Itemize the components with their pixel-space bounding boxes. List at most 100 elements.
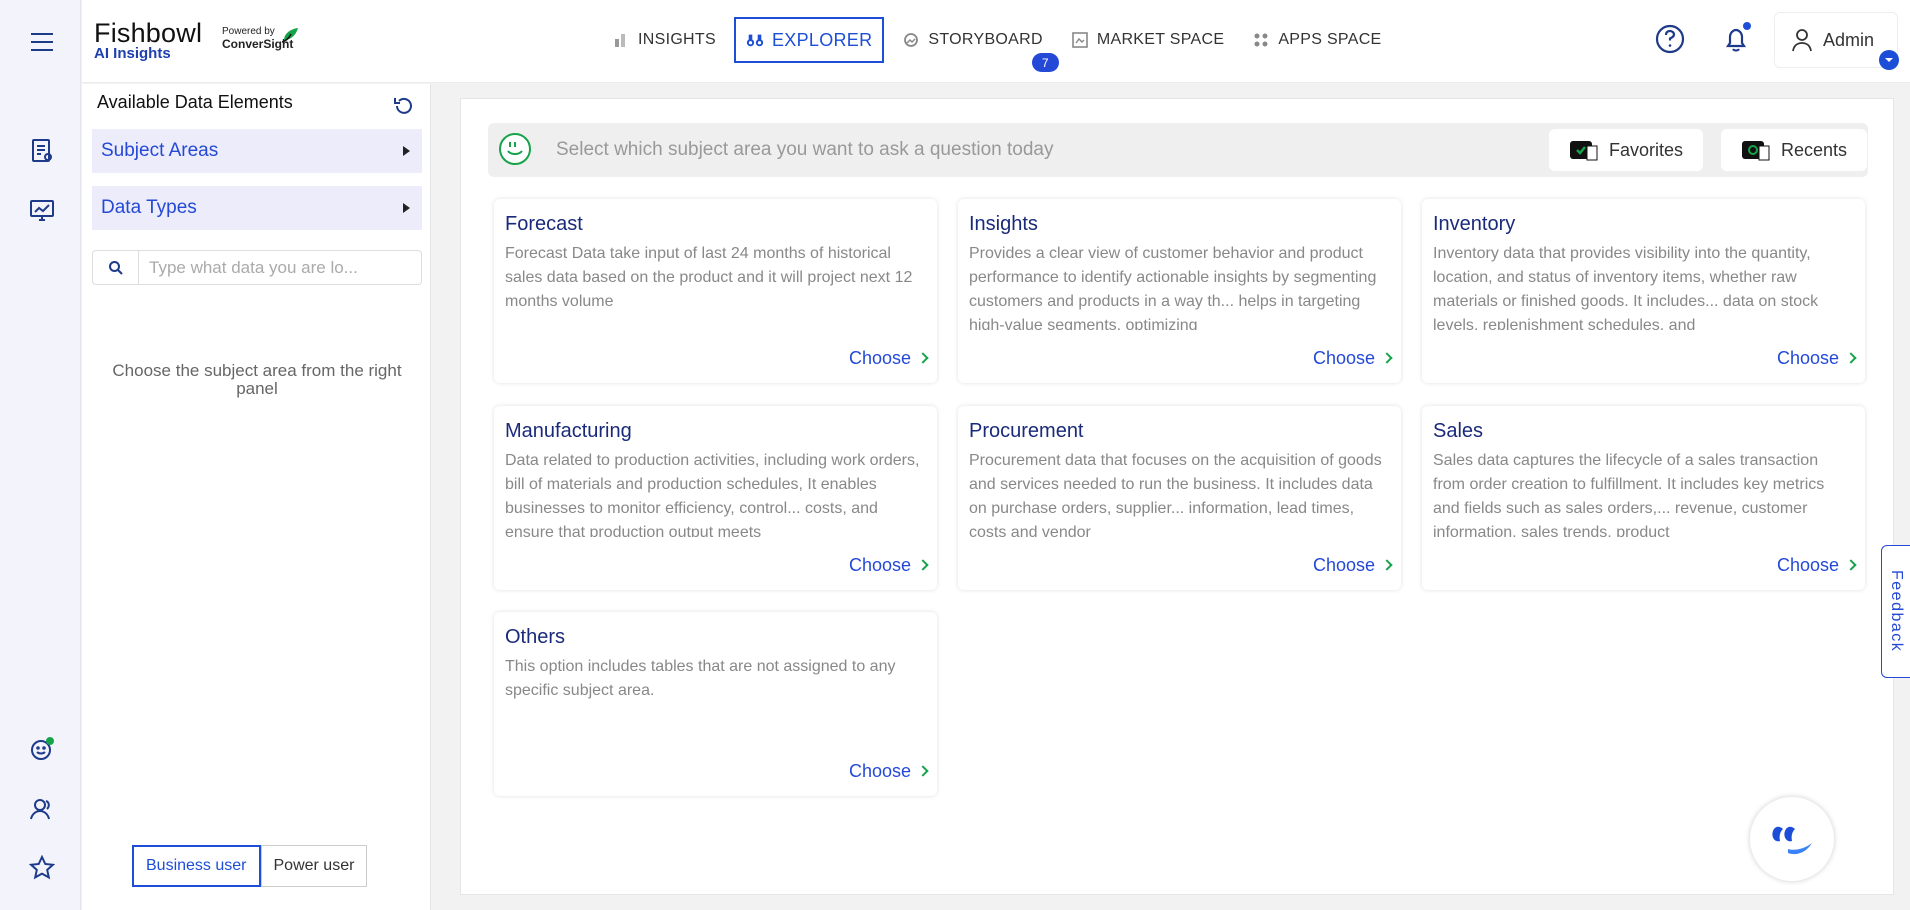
card-description: Data related to production activities, i… [505,452,920,537]
nav-apps-space[interactable]: APPS SPACE [1242,17,1391,63]
chevron-right-icon [1845,558,1857,571]
subject-card-others[interactable]: Others This option includes tables that a… [494,612,937,796]
card-title: Inventory [1433,213,1516,235]
notification-dot [1743,22,1751,30]
help-icon[interactable] [1653,22,1687,56]
recents-label: Recents [1781,139,1848,160]
user-mode-toggle: Business user Power user [132,845,368,887]
feedback-tab[interactable]: Feedback [1881,545,1910,678]
favorites-label: Favorites [1609,139,1684,160]
choose-label: Choose [848,348,911,368]
nav-market-space[interactable]: MARKET SPACE [1061,17,1234,63]
business-user-button[interactable]: Business user [132,845,261,887]
recents-icon [1742,141,1770,161]
chevron-right-icon [1381,351,1393,364]
star-icon[interactable] [22,848,62,888]
subject-card-sales[interactable]: Sales Sales data captures the lifecycle o… [1422,406,1865,590]
notifications-bell-icon[interactable] [1719,22,1753,56]
search-input[interactable] [139,257,409,278]
nav-storyboard-label: STORYBOARD [928,31,1043,48]
subject-card-procurement[interactable]: Procurement Procurement data that focuses… [958,406,1401,590]
data-search [92,250,422,285]
choose-button[interactable]: Choose [848,761,929,782]
choose-label: Choose [1776,555,1839,575]
favorites-icon [1570,141,1598,161]
subject-card-inventory[interactable]: Inventory Inventory data that provides vi… [1422,199,1865,383]
accordion-subject-areas-label: Subject Areas [101,140,219,161]
bar-chart-icon [615,34,625,47]
accordion-data-types[interactable]: Data Types [92,186,422,230]
subject-card-manufacturing[interactable]: Manufacturing Data related to production … [494,406,937,590]
apps-icon [1254,33,1268,47]
main-content: Select which subject area you want to as… [460,98,1894,895]
nav-explorer-label: EXPLORER [771,29,873,50]
caret-right-icon [403,146,410,156]
users-icon[interactable] [22,789,62,829]
user-name: Admin [1823,29,1875,50]
choose-label: Choose [1776,348,1839,368]
recents-button[interactable]: Recents [1721,129,1868,171]
nav-market-label: MARKET SPACE [1096,31,1225,48]
chevron-down-icon[interactable] [1879,50,1899,70]
assistant-icon[interactable] [22,729,62,769]
chevron-right-icon [917,351,929,364]
nav-storyboard[interactable]: STORYBOARD 7 [892,17,1059,72]
card-description: Forecast Data take input of last 24 mont… [505,245,913,310]
card-title: Insights [969,213,1038,235]
binoculars-icon [746,34,764,47]
card-title: Manufacturing [505,420,632,442]
nav-insights-label: INSIGHTS [638,31,716,48]
report-icon[interactable] [22,131,62,171]
card-title: Forecast [505,213,583,235]
nav-apps-label: APPS SPACE [1278,31,1382,48]
choose-label: Choose [848,761,911,781]
chat-assistant-button[interactable] [1750,797,1834,881]
chevron-right-icon [917,764,929,777]
choose-button[interactable]: Choose [1776,555,1857,576]
nav-insights[interactable]: INSIGHTS [602,17,726,63]
choose-label: Choose [1312,348,1375,368]
card-description: Inventory data that provides visibility … [1433,245,1819,330]
subject-card-insights[interactable]: Insights Provides a clear view of custome… [958,199,1401,383]
market-icon [1072,32,1088,48]
power-user-button[interactable]: Power user [260,845,368,887]
conversight-logo-icon [281,28,298,43]
choose-label: Choose [1312,555,1375,575]
card-description: Procurement data that focuses on the acq… [969,452,1382,537]
accordion-data-types-label: Data Types [101,197,197,218]
choose-button[interactable]: Choose [1312,555,1393,576]
accordion-subject-areas[interactable]: Subject Areas [92,129,422,173]
storyboard-icon [904,33,919,47]
dashboard-icon[interactable] [22,191,62,231]
search-icon [93,251,139,284]
favorites-button[interactable]: Favorites [1549,129,1704,171]
choose-button[interactable]: Choose [848,348,929,369]
ask-prompt: Select which subject area you want to as… [556,139,1054,160]
chevron-right-icon [1845,351,1857,364]
choose-button[interactable]: Choose [848,555,929,576]
data-elements-panel: Available Data Elements Subject Areas Da… [82,84,431,910]
user-icon [1792,29,1812,52]
storyboard-count-badge: 7 [1031,53,1059,72]
chevron-right-icon [917,558,929,571]
menu-icon[interactable] [22,22,62,62]
card-title: Others [505,626,566,648]
choose-button[interactable]: Choose [1776,348,1857,369]
card-description: Sales data captures the lifecycle of a s… [1433,452,1825,537]
subject-card-forecast[interactable]: Forecast Forecast Data take input of last… [494,199,937,383]
main-nav: INSIGHTS EXPLORER STORYBOARD 7 MARKET SP… [602,17,1400,72]
ask-bar: Select which subject area you want to as… [488,123,1868,177]
empty-message: Choose the subject area from the right p… [112,361,402,398]
card-title: Sales [1433,420,1484,442]
choose-button[interactable]: Choose [1312,348,1393,369]
card-description: This option includes tables that are not… [505,658,896,699]
top-bar: Fishbowl AI Insights Powered by ConverSi… [82,0,1910,83]
brand-logo[interactable]: Fishbowl AI Insights [94,18,202,62]
nav-explorer[interactable]: EXPLORER [733,17,885,63]
choose-label: Choose [848,555,911,575]
chevron-right-icon [1381,558,1393,571]
refresh-icon[interactable] [392,94,416,118]
assistant-face-icon [499,133,531,165]
chatbot-icon [1772,826,1812,855]
panel-title: Available Data Elements [97,92,293,112]
